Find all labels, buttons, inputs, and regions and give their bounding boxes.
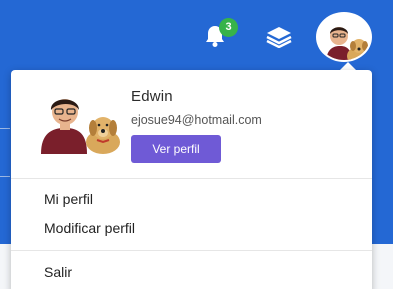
menu-item-edit-profile[interactable]: Modificar perfil	[44, 220, 135, 236]
menu-divider	[11, 250, 372, 251]
page-divider	[0, 176, 10, 177]
profile-summary: Edwin ejosue94@hotmail.com Ver perfil	[11, 70, 372, 178]
user-avatar-button[interactable]	[316, 12, 372, 62]
menu-divider	[11, 178, 372, 179]
page-divider	[0, 128, 10, 129]
user-email: ejosue94@hotmail.com	[131, 113, 262, 127]
menu-item-logout[interactable]: Salir	[44, 264, 72, 280]
menu-item-my-profile[interactable]: Mi perfil	[44, 191, 93, 207]
user-name: Edwin	[131, 88, 173, 105]
profile-avatar	[37, 84, 127, 154]
notification-count-badge: 3	[219, 18, 238, 37]
user-dropdown-menu: Edwin ejosue94@hotmail.com Ver perfil Mi…	[11, 70, 372, 289]
avatar-image	[41, 99, 120, 154]
layers-icon	[266, 27, 292, 48]
view-profile-button[interactable]: Ver perfil	[131, 135, 221, 163]
layers-button[interactable]	[265, 24, 293, 50]
